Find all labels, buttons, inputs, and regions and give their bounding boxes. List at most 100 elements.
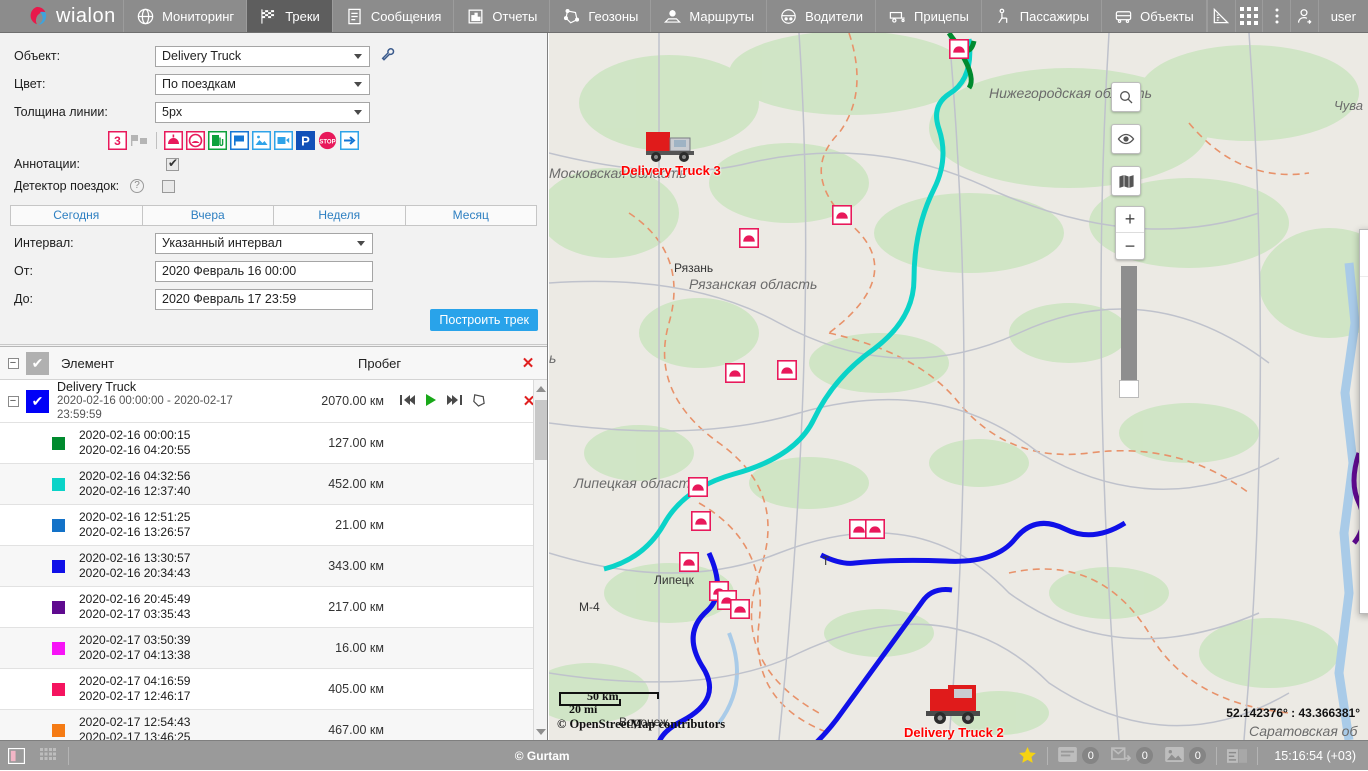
speeding-marker-icon[interactable]: [777, 360, 797, 383]
fuel-fillings-icon[interactable]: [208, 131, 227, 150]
scroll-up-arrow-icon[interactable]: [536, 386, 546, 392]
unit-info-popup[interactable]: Delivery Truck 21 h 40 min ago (2020-02-…: [1359, 229, 1368, 614]
stops-icon[interactable]: STOP: [318, 131, 337, 150]
trip-row[interactable]: 2020-02-17 12:54:432020-02-17 13:46:2546…: [0, 710, 548, 740]
speeding-marker-icon[interactable]: [725, 363, 745, 386]
map-layers-button[interactable]: [1111, 166, 1141, 196]
nav-item-messages[interactable]: Сообщения: [333, 0, 455, 32]
nav-item-passengers[interactable]: Пассажиры: [982, 0, 1102, 32]
speeding-marker-icon[interactable]: [739, 228, 759, 251]
color-select[interactable]: По поездкам: [155, 74, 370, 95]
speeding-marker-icon[interactable]: [691, 511, 711, 534]
trip-row[interactable]: 2020-02-16 12:51:252020-02-16 13:26:5721…: [0, 505, 548, 546]
trip-times: 2020-02-17 12:54:432020-02-17 13:46:25: [77, 715, 250, 740]
trip-row[interactable]: 2020-02-17 04:16:592020-02-17 12:46:1740…: [0, 669, 548, 710]
trip-color-swatch: [52, 642, 65, 655]
thickness-select[interactable]: 5px: [155, 102, 370, 123]
marker-flag-icon[interactable]: [230, 131, 249, 150]
zoom-out-button[interactable]: −: [1116, 233, 1144, 259]
popup-address: Р-208, Тамбовская обл., Россия, 3.73 km …: [1360, 276, 1368, 305]
nav-item-routes[interactable]: Маршруты: [651, 0, 767, 32]
quick-range-yesterday[interactable]: Вчера: [142, 205, 275, 226]
object-select[interactable]: Delivery Truck: [155, 46, 370, 67]
kebab-menu-icon[interactable]: [1263, 0, 1291, 32]
fit-bounds-icon[interactable]: [471, 392, 486, 410]
interval-select[interactable]: Указанный интервал: [155, 233, 373, 254]
ruler-icon[interactable]: [1208, 0, 1236, 32]
trip-row[interactable]: 2020-02-16 04:32:562020-02-16 12:37:4045…: [0, 464, 548, 505]
speeding-marker-icon[interactable]: [865, 519, 885, 542]
play-icon[interactable]: [424, 393, 438, 410]
clear-all-icon[interactable]: ✕: [508, 354, 548, 372]
from-date-input[interactable]: 2020 Февраль 16 00:00: [155, 261, 373, 282]
user-name-label[interactable]: user: [1319, 0, 1368, 32]
map-view[interactable]: Нижегородская областьЧуваМосковская обла…: [549, 33, 1368, 740]
nav-item-units[interactable]: Объекты: [1102, 0, 1207, 32]
footer-copyright: © Gurtam: [73, 749, 1011, 763]
map-zoom-slider-thumb[interactable]: [1119, 380, 1139, 398]
trip-row[interactable]: 2020-02-16 13:30:572020-02-16 20:34:4334…: [0, 546, 548, 587]
nav-item-drivers[interactable]: Водители: [767, 0, 876, 32]
nav-item-reports[interactable]: Отчеты: [454, 0, 550, 32]
scroll-down-arrow-icon[interactable]: [536, 729, 546, 735]
track-list-scrollbar[interactable]: [533, 380, 548, 740]
panel-toggle-icon[interactable]: [0, 741, 32, 771]
layout-icon[interactable]: [1221, 741, 1253, 771]
nav-item-monitoring[interactable]: Мониторинг: [124, 0, 247, 32]
brand-logo[interactable]: wialon: [0, 0, 124, 32]
select-all-checkbox[interactable]: ✔: [26, 352, 49, 375]
truck-icon[interactable]: [644, 128, 700, 169]
track-parent-row[interactable]: − ✔ Delivery Truck 2020-02-16 00:00:00 -…: [0, 380, 548, 423]
speeding-marker-icon[interactable]: [688, 477, 708, 500]
track-checkbox[interactable]: ✔: [26, 390, 49, 413]
speeding-marker-icon[interactable]: [832, 205, 852, 228]
truck-icon[interactable]: [924, 683, 984, 728]
help-question-icon[interactable]: ?: [130, 179, 144, 193]
quick-range-week[interactable]: Неделя: [273, 205, 406, 226]
user-account-icon[interactable]: [1291, 0, 1319, 32]
nav-item-trailers[interactable]: Прицепы: [876, 0, 982, 32]
parking-icon[interactable]: P: [296, 131, 315, 150]
photo-icon[interactable]: [252, 131, 271, 150]
grid-view-icon[interactable]: [32, 741, 64, 771]
skip-end-icon[interactable]: [447, 394, 462, 409]
events-icon[interactable]: [164, 131, 183, 150]
scrollbar-thumb[interactable]: [535, 400, 547, 460]
build-track-button[interactable]: Построить трек: [430, 309, 538, 331]
trip-row[interactable]: 2020-02-16 00:00:152020-02-16 04:20:5512…: [0, 423, 548, 464]
trip-end-time: 2020-02-16 20:34:43: [79, 566, 250, 581]
annotations-checkbox[interactable]: [166, 158, 179, 171]
wrench-icon[interactable]: [380, 47, 396, 66]
count-badge-icon[interactable]: 3: [108, 131, 127, 150]
map-search-button[interactable]: [1111, 82, 1141, 112]
map-attribution[interactable]: © OpenStreetMap contributors: [557, 717, 725, 732]
speeding-marker-icon[interactable]: [949, 39, 969, 62]
map-visibility-button[interactable]: [1111, 124, 1141, 154]
speeding-icon[interactable]: [186, 131, 205, 150]
skip-start-icon[interactable]: [400, 394, 415, 409]
video-icon[interactable]: [274, 131, 293, 150]
messages-counter[interactable]: 0: [1105, 747, 1159, 765]
quick-range-today[interactable]: Сегодня: [10, 205, 143, 226]
speeding-marker-icon[interactable]: [679, 552, 699, 575]
expand-toggle[interactable]: −: [0, 395, 26, 407]
notifications-counter[interactable]: 0: [1052, 747, 1105, 765]
trip-detector-row: Детектор поездок: ?: [10, 175, 538, 197]
star-icon[interactable]: [1011, 741, 1043, 771]
flags-icon[interactable]: [130, 131, 149, 150]
zoom-in-button[interactable]: +: [1116, 207, 1144, 233]
trip-detector-checkbox[interactable]: [162, 180, 175, 193]
nav-item-geofences[interactable]: Геозоны: [550, 0, 651, 32]
trip-row[interactable]: 2020-02-17 03:50:392020-02-17 04:13:3816…: [0, 628, 548, 669]
collapse-all-toggle[interactable]: −: [0, 357, 26, 369]
trip-times: 2020-02-16 04:32:562020-02-16 12:37:40: [77, 469, 250, 499]
to-date-input[interactable]: 2020 Февраль 17 23:59: [155, 289, 373, 310]
trip-row[interactable]: 2020-02-16 20:45:492020-02-17 03:35:4321…: [0, 587, 548, 628]
quick-range-month[interactable]: Месяц: [405, 205, 538, 226]
direction-arrow-icon[interactable]: [340, 131, 359, 150]
apps-grid-icon[interactable]: [1236, 0, 1264, 32]
nav-item-tracks[interactable]: Треки: [247, 0, 333, 32]
images-counter[interactable]: 0: [1159, 747, 1212, 765]
map-zoom-slider-track[interactable]: [1121, 266, 1137, 396]
speeding-marker-icon[interactable]: [730, 599, 750, 622]
